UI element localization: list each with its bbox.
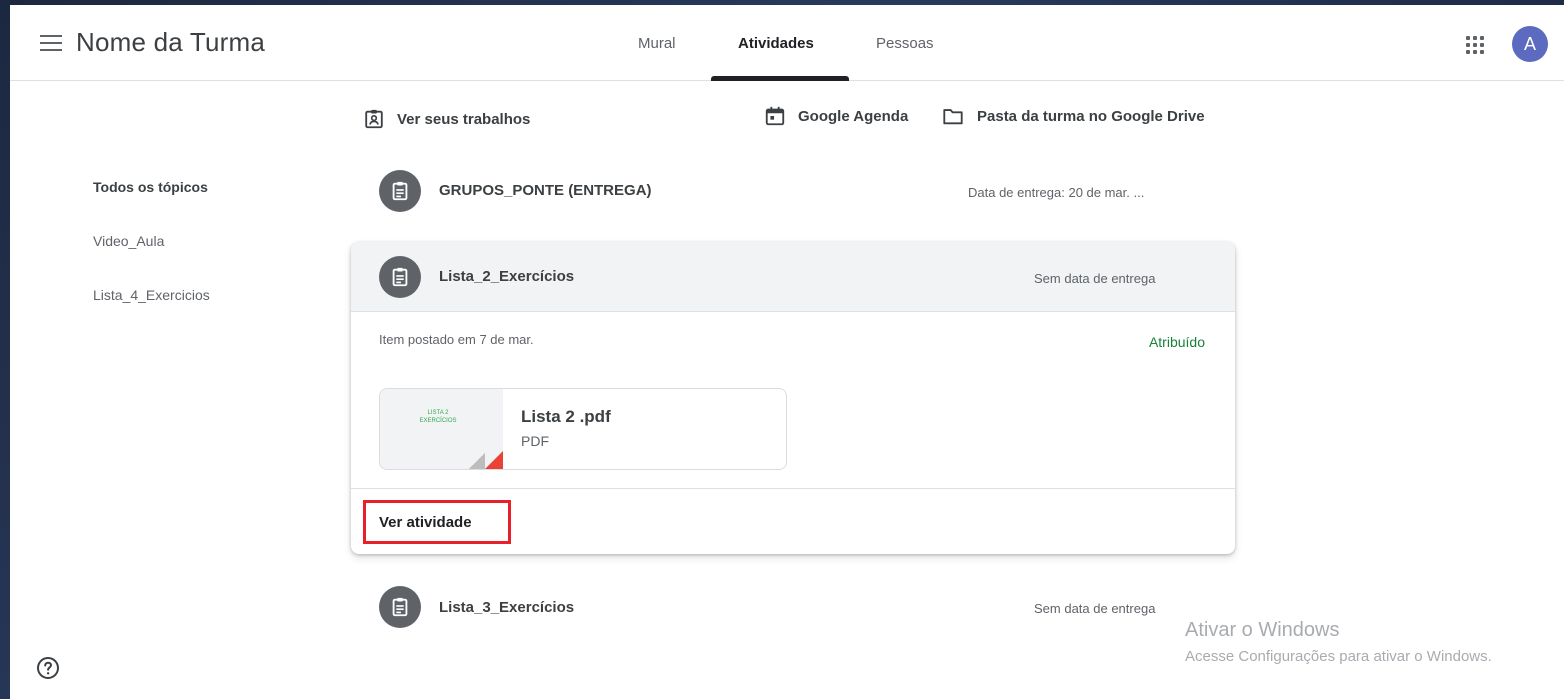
due-date: Data de entrega: 20 de mar. ... — [968, 185, 1145, 200]
view-your-work-label: Ver seus trabalhos — [397, 110, 531, 128]
due-date: Sem data de entrega — [1034, 601, 1156, 616]
class-title[interactable]: Nome da Turma — [76, 27, 265, 58]
classroom-app: Nome da Turma Mural Atividades Pessoas A… — [10, 5, 1564, 699]
view-assignment-button[interactable]: Ver atividade — [363, 500, 511, 544]
drive-folder-label: Pasta da turma no Google Drive — [977, 107, 1205, 125]
thumbnail-text: LISTA 2 EXERCÍCIOS — [419, 410, 457, 424]
assignment-clipboard-icon — [379, 170, 421, 212]
due-date: Sem data de entrega — [1034, 271, 1156, 286]
tab-atividades[interactable]: Atividades — [738, 35, 814, 52]
tab-pessoas[interactable]: Pessoas — [876, 35, 934, 52]
pdf-corner-icon — [483, 451, 503, 469]
expanded-assignment-card: Lista_2_Exercícios Sem data de entrega I… — [351, 242, 1235, 554]
view-your-work-link[interactable]: Ver seus trabalhos — [363, 108, 530, 130]
folder-icon — [943, 109, 963, 125]
windows-watermark-subtitle: Acesse Configurações para ativar o Windo… — [1185, 648, 1492, 665]
apps-grid-icon[interactable] — [1466, 36, 1484, 54]
assignment-title[interactable]: GRUPOS_PONTE (ENTREGA) — [439, 182, 652, 199]
posted-date: Item postado em 7 de mar. — [379, 332, 534, 347]
hamburger-menu-icon[interactable] — [40, 35, 62, 51]
divider — [351, 488, 1235, 489]
active-tab-indicator — [711, 76, 849, 81]
help-circle-icon[interactable] — [36, 656, 60, 680]
topic-lista-4[interactable]: Lista_4_Exercicios — [93, 287, 210, 303]
assignment-clipboard-icon — [379, 256, 421, 298]
topic-all[interactable]: Todos os tópicos — [93, 179, 208, 195]
assignment-title[interactable]: Lista_3_Exercícios — [439, 599, 574, 616]
windows-watermark-title: Ativar o Windows — [1185, 619, 1340, 641]
assignment-ind-icon — [365, 109, 383, 129]
assignment-clipboard-icon — [379, 586, 421, 628]
pdf-thumbnail: LISTA 2 EXERCÍCIOS — [380, 389, 503, 469]
google-calendar-label: Google Agenda — [798, 107, 909, 125]
top-app-bar: Nome da Turma Mural Atividades Pessoas A — [10, 5, 1564, 81]
topic-video-aula[interactable]: Video_Aula — [93, 233, 164, 249]
tab-mural[interactable]: Mural — [638, 35, 676, 52]
status-badge: Atribuído — [1148, 334, 1205, 350]
view-assignment-label: Ver atividade — [379, 514, 472, 531]
card-header[interactable]: Lista_2_Exercícios Sem data de entrega — [351, 242, 1235, 312]
account-avatar[interactable]: A — [1512, 26, 1548, 62]
attachment-card[interactable]: LISTA 2 EXERCÍCIOS Lista 2 .pdf PDF — [379, 388, 787, 470]
assignment-title[interactable]: Lista_2_Exercícios — [439, 268, 574, 285]
calendar-icon — [765, 106, 785, 126]
attachment-name: Lista 2 .pdf — [521, 407, 611, 426]
drive-folder-link[interactable]: Pasta da turma no Google Drive — [941, 105, 1205, 127]
google-calendar-link[interactable]: Google Agenda — [764, 105, 908, 127]
attachment-type: PDF — [521, 433, 549, 449]
